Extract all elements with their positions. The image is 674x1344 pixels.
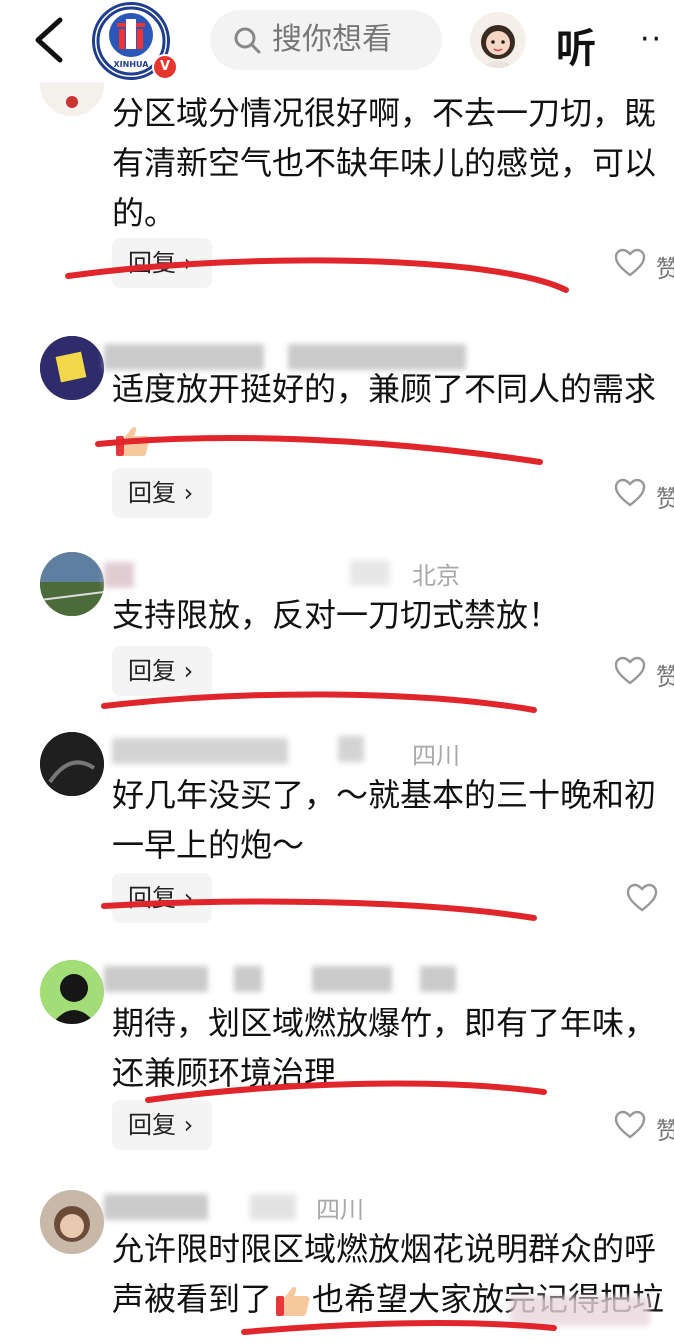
thumbs-up-emoji-icon — [116, 427, 150, 456]
username-blurred — [104, 1194, 208, 1220]
top-bar: XINHUA V 搜你想看 听 ·· — [0, 0, 674, 82]
username-blurred — [350, 560, 390, 586]
comment-text: 期待，划区域燃放爆竹，即有了年味，还兼顾环境治理 — [112, 1004, 657, 1092]
listen-button[interactable]: 听 — [556, 16, 596, 74]
like-heart-icon[interactable] — [614, 248, 646, 278]
like-heart-icon[interactable] — [626, 883, 658, 913]
location-label: 四川 — [412, 742, 460, 770]
verified-badge-icon: V — [152, 54, 178, 80]
svg-text:XINHUA: XINHUA — [114, 60, 150, 69]
commenter-avatar[interactable] — [40, 1190, 104, 1254]
thumbs-up-emoji-icon — [276, 1287, 310, 1316]
reply-label: 回复 — [128, 884, 176, 912]
reply-label: 回复 — [128, 479, 176, 507]
like-label: 赞 — [656, 1117, 674, 1145]
avatar-image-icon — [40, 732, 104, 796]
reply-button[interactable]: 回复 › — [112, 468, 212, 518]
commenter-avatar[interactable] — [40, 960, 104, 1024]
like-label: 赞 — [656, 485, 674, 513]
search-icon — [234, 27, 261, 54]
username-blurred — [250, 1194, 296, 1220]
username-blurred — [234, 966, 262, 992]
comment-text: 好几年没买了，～就基本的三十晚和初一早上的炮～ — [112, 776, 657, 864]
avatar-image-icon — [40, 1190, 104, 1254]
commenter-avatar[interactable] — [40, 552, 104, 616]
search-placeholder: 搜你想看 — [272, 22, 392, 57]
reply-button[interactable]: 回复 › — [112, 646, 212, 696]
reply-label: 回复 — [128, 1111, 176, 1139]
comment-item: 四川 好几年没买了，～就基本的三十晚和初一早上的炮～ 回复 › — [0, 728, 674, 938]
reply-button[interactable]: 回复 › — [112, 873, 212, 923]
username-blurred — [104, 966, 208, 992]
avatar-image-icon — [40, 552, 104, 616]
comment-text: 支持限放，反对一刀切式禁放！ — [112, 596, 561, 634]
like-label: 赞 — [656, 255, 674, 283]
username-blurred — [104, 562, 134, 588]
watermark-blurred — [510, 1296, 650, 1326]
comment-text-content: 适度放开挺好的，兼顾了不同人的需求 — [112, 370, 657, 408]
avatar-image-icon — [40, 336, 104, 400]
more-options-button[interactable]: ·· — [640, 22, 663, 57]
reply-button[interactable]: 回复 › — [112, 1100, 212, 1150]
comment-text: 分区域分情况很好啊，不去一刀切，既有清新空气也不缺年味儿的感觉，可以的。 — [112, 94, 657, 232]
comment-item: 四川 允许限时限区域燃放烟花说明群众的呼 声被看到了 也希望大家放完记得把垃 — [0, 1184, 674, 1344]
commenter-avatar[interactable] — [40, 732, 104, 796]
comment-text-line: 声被看到了 — [112, 1280, 273, 1318]
back-arrow-icon[interactable] — [30, 14, 70, 66]
reply-label: 回复 — [128, 249, 176, 277]
comment-item: 分区域分情况很好啊，不去一刀切，既有清新空气也不缺年味儿的感觉，可以的。 回复 … — [0, 52, 674, 312]
like-heart-icon[interactable] — [614, 656, 646, 686]
comment-item: 适度放开挺好的，兼顾了不同人的需求 回复 › 赞 — [0, 330, 674, 540]
user-avatar-icon — [481, 25, 515, 68]
comment-text-line: 允许限时限区域燃放烟花说明群众的呼 — [112, 1230, 657, 1268]
commenter-avatar[interactable] — [40, 336, 104, 400]
like-label: 赞 — [656, 663, 674, 691]
avatar-image-icon — [40, 960, 104, 1024]
username-blurred — [112, 738, 288, 764]
reply-label: 回复 — [128, 657, 176, 685]
username-blurred — [312, 966, 392, 992]
comment-item: 期待，划区域燃放爆竹，即有了年味，还兼顾环境治理 回复 › 赞 — [0, 956, 674, 1166]
like-heart-icon[interactable] — [614, 478, 646, 508]
user-avatar[interactable] — [470, 12, 526, 68]
location-label: 北京 — [412, 562, 460, 590]
like-heart-icon[interactable] — [614, 1110, 646, 1140]
comment-text: 适度放开挺好的，兼顾了不同人的需求 — [112, 364, 662, 464]
location-label: 四川 — [316, 1196, 364, 1224]
username-blurred — [338, 736, 364, 762]
reply-button[interactable]: 回复 › — [112, 238, 212, 288]
username-blurred — [420, 966, 456, 992]
comment-item: 北京 支持限放，反对一刀切式禁放！ 回复 › 赞 — [0, 548, 674, 718]
